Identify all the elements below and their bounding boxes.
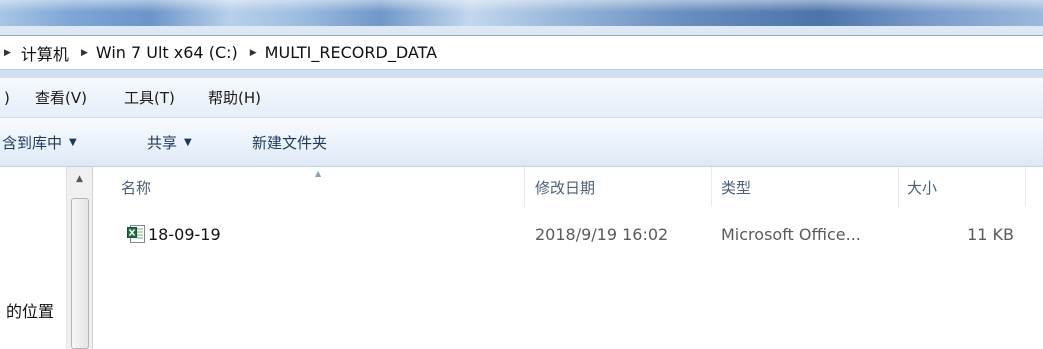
column-header-name-label: 名称 bbox=[121, 178, 152, 197]
address-area: ▶ 计算机 ▶ Win 7 Ult x64 (C:) ▶ MULTI_RECOR… bbox=[0, 26, 1043, 78]
column-header-size[interactable]: 大小 bbox=[907, 167, 1017, 207]
column-header-size-label: 大小 bbox=[907, 178, 938, 197]
explorer-window: ▶ 计算机 ▶ Win 7 Ult x64 (C:) ▶ MULTI_RECOR… bbox=[0, 0, 1043, 349]
file-list-pane: 名称 ▲ 修改日期 类型 大小 18-09-19 2018/9/19 16:02… bbox=[93, 167, 1043, 349]
dropdown-arrow-icon: ▼ bbox=[184, 136, 192, 148]
scrollbar-thumb[interactable] bbox=[71, 198, 89, 349]
navigation-scrollbar[interactable]: ▲ bbox=[66, 167, 93, 349]
breadcrumb-computer[interactable]: 计算机 bbox=[21, 41, 69, 65]
file-type: Microsoft Office... bbox=[721, 225, 861, 244]
breadcrumb-chevron-icon[interactable]: ▶ bbox=[81, 48, 88, 58]
menu-bar: ) 查看(V) 工具(T) 帮助(H) bbox=[0, 78, 1043, 118]
breadcrumb-chevron-icon[interactable]: ▶ bbox=[250, 48, 257, 58]
sort-ascending-icon: ▲ bbox=[315, 169, 322, 178]
breadcrumb-chevron-icon[interactable]: ▶ bbox=[4, 48, 11, 58]
title-bar bbox=[0, 0, 1043, 26]
address-bar[interactable]: ▶ 计算机 ▶ Win 7 Ult x64 (C:) ▶ MULTI_RECOR… bbox=[0, 35, 1043, 70]
new-folder-label: 新建文件夹 bbox=[252, 133, 328, 152]
column-header-type[interactable]: 类型 bbox=[721, 167, 891, 207]
file-name[interactable]: 18-09-19 bbox=[148, 225, 221, 244]
file-size: 11 KB bbox=[967, 225, 1014, 244]
column-divider[interactable] bbox=[898, 167, 899, 207]
menu-item-help[interactable]: 帮助(H) bbox=[208, 87, 261, 108]
include-in-library-button[interactable]: 含到库中 ▼ bbox=[2, 132, 77, 153]
column-divider[interactable] bbox=[524, 167, 525, 207]
command-toolbar: 含到库中 ▼ 共享 ▼ 新建文件夹 bbox=[0, 118, 1043, 167]
dropdown-arrow-icon: ▼ bbox=[69, 136, 77, 148]
file-date-modified: 2018/9/19 16:02 bbox=[535, 225, 669, 244]
column-header-date-label: 修改日期 bbox=[535, 178, 596, 197]
share-label: 共享 bbox=[147, 133, 178, 152]
column-divider[interactable] bbox=[711, 167, 712, 207]
new-folder-button[interactable]: 新建文件夹 bbox=[252, 132, 327, 153]
scroll-up-arrow-icon[interactable]: ▲ bbox=[67, 167, 92, 191]
share-button[interactable]: 共享 ▼ bbox=[147, 132, 192, 153]
column-divider[interactable] bbox=[1025, 167, 1026, 207]
file-row[interactable]: 18-09-19 2018/9/19 16:02 Microsoft Offic… bbox=[93, 219, 1043, 251]
include-in-library-label: 含到库中 bbox=[2, 133, 63, 152]
breadcrumb-folder[interactable]: MULTI_RECORD_DATA bbox=[265, 43, 437, 62]
excel-file-icon bbox=[127, 225, 145, 243]
menu-item-view[interactable]: 查看(V) bbox=[35, 87, 87, 108]
breadcrumb-drive-c[interactable]: Win 7 Ult x64 (C:) bbox=[96, 43, 238, 62]
column-header-type-label: 类型 bbox=[721, 178, 752, 197]
menu-item-partial[interactable]: ) bbox=[4, 89, 10, 107]
nav-item-location[interactable]: 的位置 bbox=[6, 298, 54, 322]
column-header-date-modified[interactable]: 修改日期 bbox=[535, 167, 705, 207]
menu-item-tools[interactable]: 工具(T) bbox=[124, 87, 175, 108]
